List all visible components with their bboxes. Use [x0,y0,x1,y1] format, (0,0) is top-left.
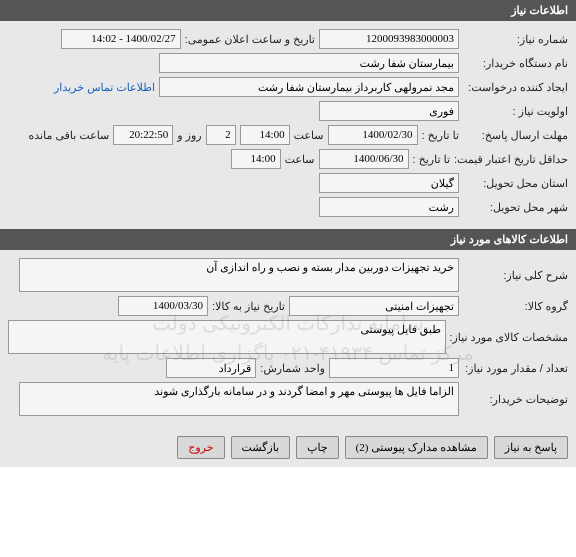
deadline-date-input [328,125,418,145]
announce-input [61,29,181,49]
attach-button[interactable]: مشاهده مدارک پیوستی (2) [345,436,488,459]
need-date-input [118,296,208,316]
back-button[interactable]: بازگشت [231,436,291,459]
creator-label: ایجاد کننده درخواست: [463,81,568,94]
priority-label: اولویت نیاز : [463,105,568,118]
deadline-time-label: ساعت [294,129,324,142]
announce-label: تاریخ و ساعت اعلان عمومی: [185,33,315,46]
days-input [206,125,236,145]
desc-label: شرح کلی نیاز: [463,269,568,282]
spec-input [8,320,446,354]
remain-input [113,125,173,145]
province-label: استان محل تحویل: [463,177,568,190]
exit-button[interactable]: خروج [177,436,224,459]
province-input [319,173,459,193]
spec-label: مشخصات کالای مورد نیاز: [450,331,568,344]
section1-header: اطلاعات نیاز [0,0,576,21]
section1-body: شماره نیاز: تاریخ و ساعت اعلان عمومی: نا… [0,21,576,229]
buyer-input [159,53,459,73]
req-no-label: شماره نیاز: [463,33,568,46]
need-date-label: تاریخ نیاز به کالا: [212,300,285,313]
req-no-input [319,29,459,49]
button-row: پاسخ به نیاز مشاهده مدارک پیوستی (2) چاپ… [0,428,576,467]
buyer-label: نام دستگاه خریدار: [463,57,568,70]
unit-input [166,358,256,378]
qty-label: تعداد / مقدار مورد نیاز: [463,362,568,375]
print-button[interactable]: چاپ [296,436,339,459]
deadline-to-label: تا تاریخ : [422,129,459,142]
deadline-label: مهلت ارسال پاسخ: [463,129,568,142]
min-credit-date-input [319,149,409,169]
remain-label: ساعت باقی مانده [29,129,110,142]
min-credit-time-input [231,149,281,169]
desc-input [19,258,459,292]
min-credit-time-label: ساعت [285,153,315,166]
city-input [319,197,459,217]
contact-link[interactable]: اطلاعات تماس خریدار [54,81,155,94]
deadline-time-input [240,125,290,145]
section2-header: اطلاعات کالاهای مورد نیاز [0,229,576,250]
min-credit-to-label: تا تاریخ : [413,153,450,166]
reply-button[interactable]: پاسخ به نیاز [494,436,568,459]
group-label: گروه کالا: [463,300,568,313]
priority-input [319,101,459,121]
group-input [289,296,459,316]
min-credit-label: حداقل تاریخ اعتبار قیمت: [454,153,568,166]
creator-input [159,77,459,97]
days-label: روز و [177,129,201,142]
unit-label: واحد شمارش: [260,362,325,375]
section2-body: سامانه تدارکات الکترونیکی دولت مرکز تماس… [0,250,576,428]
notes-label: توضیحات خریدار: [463,393,568,406]
notes-input [19,382,459,416]
city-label: شهر محل تحویل: [463,201,568,214]
qty-input [329,358,459,378]
